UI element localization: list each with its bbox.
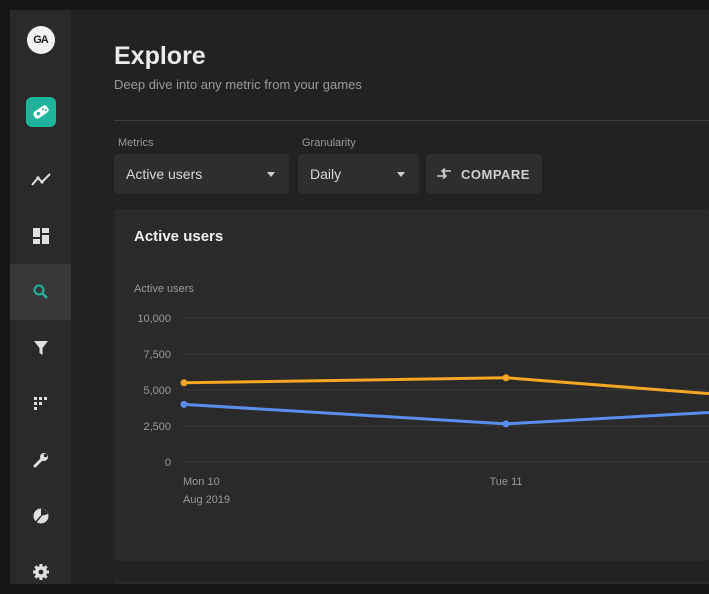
ga-logo-icon: GA <box>27 26 55 54</box>
search-icon <box>31 282 51 302</box>
sidebar-item-dashboards[interactable] <box>10 208 71 264</box>
granularity-select[interactable]: Daily <box>298 154 419 194</box>
dashboard-icon <box>31 226 51 246</box>
chart-card: Active users Active users10,0007,5005,00… <box>114 209 709 561</box>
page-title: Explore <box>114 42 206 71</box>
sidebar-item-tools[interactable] <box>10 432 71 488</box>
grid-dots-icon <box>31 394 51 414</box>
main-content: Explore Deep dive into any metric from y… <box>71 10 709 584</box>
divider <box>114 120 709 121</box>
sidebar-item-game[interactable] <box>10 84 71 140</box>
pie-icon <box>31 506 51 526</box>
metrics-select[interactable]: Active users <box>114 154 289 194</box>
sidebar-item-reports[interactable] <box>10 488 71 544</box>
sidebar-item-funnels[interactable] <box>10 320 71 376</box>
granularity-select-value: Daily <box>310 166 341 182</box>
sidebar-item-trends[interactable] <box>10 152 71 208</box>
metrics-select-value: Active users <box>126 166 202 182</box>
x-tick-label: Tue 11 <box>489 476 522 488</box>
y-tick-label: 10,000 <box>137 313 171 325</box>
series-point-1 <box>181 379 188 386</box>
metrics-label: Metrics <box>118 137 153 149</box>
series-point-2 <box>503 420 510 427</box>
funnel-icon <box>31 338 51 358</box>
y-tick-label: 5,000 <box>143 385 171 397</box>
compare-button-label: COMPARE <box>461 167 530 182</box>
granularity-label: Granularity <box>302 137 356 149</box>
compare-arrows-icon <box>436 168 452 180</box>
y-axis-label: Active users <box>134 283 194 295</box>
next-card <box>114 581 709 584</box>
y-tick-label: 0 <box>165 457 171 469</box>
trend-line-icon <box>30 169 52 191</box>
y-tick-label: 7,500 <box>143 349 171 361</box>
sidebar-item-explore[interactable] <box>10 264 71 320</box>
sidebar-item-logo[interactable]: GA <box>10 12 71 68</box>
gear-icon <box>31 562 51 582</box>
sidebar: GA <box>10 10 71 584</box>
x-tick-label: Mon 10 <box>183 476 220 488</box>
chevron-down-icon <box>397 172 405 177</box>
series-point-1 <box>503 374 510 381</box>
series-point-2 <box>181 401 188 408</box>
app-window: GA Explore <box>10 10 709 584</box>
sidebar-item-cohorts[interactable] <box>10 376 71 432</box>
chevron-down-icon <box>267 172 275 177</box>
compare-button[interactable]: COMPARE <box>426 154 542 194</box>
gamepad-icon <box>26 97 56 127</box>
sidebar-item-settings[interactable] <box>10 544 71 584</box>
page-subtitle: Deep dive into any metric from your game… <box>114 77 362 92</box>
series-line-2 <box>184 404 709 423</box>
y-tick-label: 2,500 <box>143 421 171 433</box>
wrench-icon <box>31 450 51 470</box>
x-tick-sublabel: Aug 2019 <box>183 494 230 506</box>
active-users-line-chart: Active users 10,000 7,500 5,000 2,500 0 Mon 10… <box>114 209 709 561</box>
